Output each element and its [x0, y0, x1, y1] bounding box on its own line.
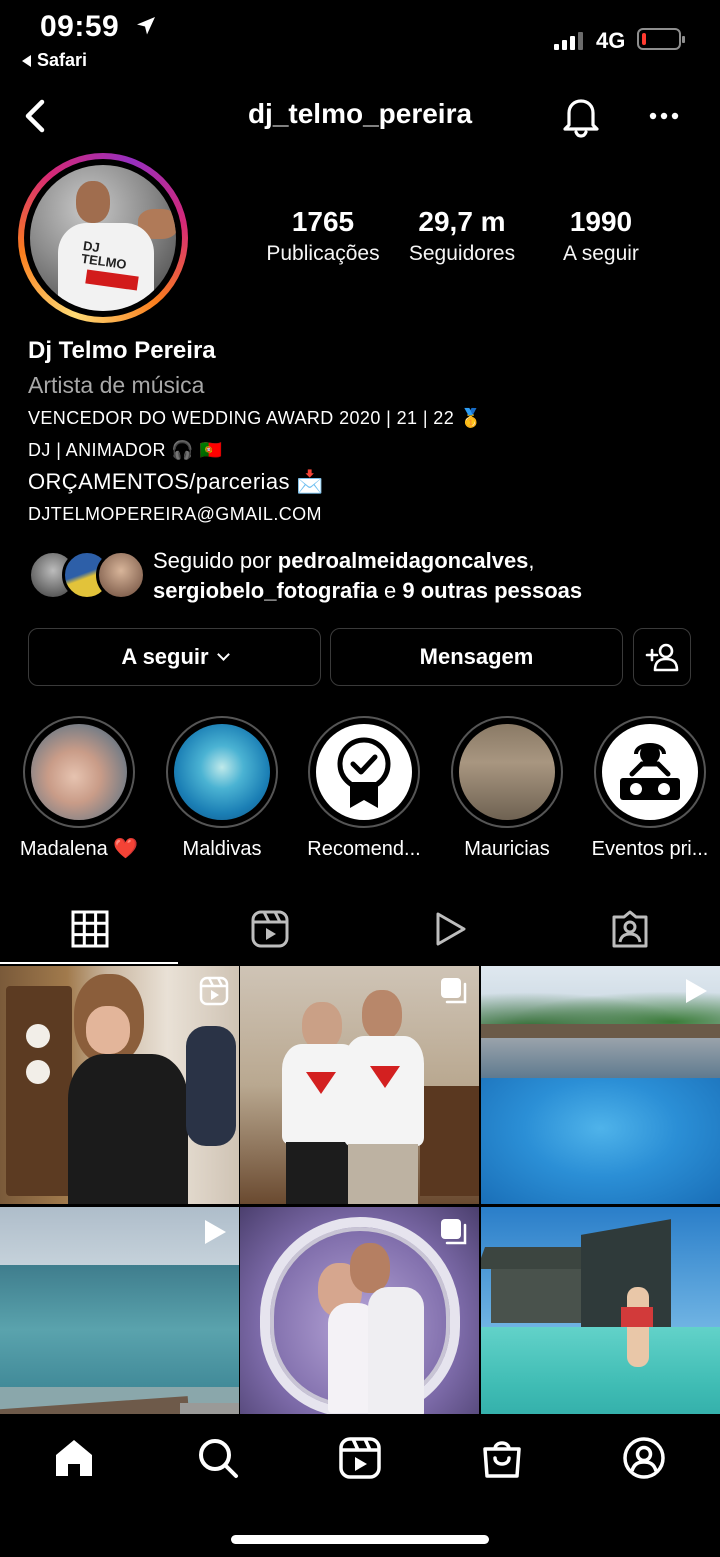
highlight-thumbnail: [316, 724, 412, 820]
bell-icon[interactable]: [560, 94, 602, 138]
reels-icon: [251, 910, 289, 948]
followers-others: 9 outras pessoas: [402, 578, 583, 603]
message-button-label: Mensagem: [419, 644, 534, 669]
bio-line: VENCEDOR DO WEDDING AWARD 2020 | 21 | 22…: [28, 408, 483, 428]
followed-by-text: Seguido por pedroalmeidagoncalves, sergi…: [153, 548, 583, 603]
profile-username: dj_telmo_pereira: [247, 98, 473, 129]
highlight-thumbnail: [31, 724, 127, 820]
network-type: 4G: [596, 28, 626, 53]
tab-videos[interactable]: [360, 896, 540, 962]
highlight-label: Mauricias: [464, 838, 550, 860]
post-thumbnail[interactable]: [0, 1207, 239, 1445]
video-play-icon: [436, 912, 466, 946]
post-thumbnail[interactable]: [240, 1207, 479, 1445]
bottom-navigation: [0, 1414, 720, 1557]
search-icon[interactable]: [196, 1436, 240, 1480]
profile-header: dj_telmo_pereira: [0, 86, 720, 146]
shop-icon[interactable]: [480, 1436, 524, 1480]
status-bar: 09:59 Safari 4G: [0, 0, 720, 80]
stat-posts-value: 1765: [291, 206, 355, 237]
stat-followers-value: 29,7 m: [418, 206, 506, 237]
follower-username: pedroalmeidagoncalves: [277, 548, 529, 573]
bio-email-link[interactable]: DJTELMOPEREIRA@GMAIL.COM: [28, 498, 708, 530]
home-indicator: [231, 1535, 489, 1544]
follower-avatar: [96, 550, 146, 600]
location-arrow-icon: [137, 17, 155, 35]
post-thumbnail[interactable]: [481, 1207, 720, 1445]
back-to-app-link[interactable]: Safari: [22, 50, 87, 71]
add-person-icon: [645, 643, 679, 672]
home-icon[interactable]: [52, 1436, 96, 1480]
message-button[interactable]: Mensagem: [330, 628, 623, 686]
post-thumbnail[interactable]: [481, 966, 720, 1204]
battery-icon: [637, 28, 685, 50]
active-tab-indicator: [0, 962, 178, 964]
tagged-icon: [612, 910, 648, 948]
content-tabs: [0, 896, 720, 966]
profile-avatar-story-ring[interactable]: DJ TELMO: [18, 153, 188, 323]
tab-tagged[interactable]: [540, 896, 720, 962]
back-triangle-icon: [22, 54, 31, 67]
highlight-label: Recomend...: [307, 838, 421, 860]
stat-posts-label: Publicações: [266, 242, 380, 265]
highlight-madalena[interactable]: Madalena ❤️: [14, 716, 144, 862]
profile-name: Dj Telmo Pereira: [28, 337, 216, 364]
followed-by[interactable]: Seguido por pedroalmeidagoncalves, sergi…: [28, 546, 708, 610]
back-app-label: Safari: [37, 50, 88, 70]
highlight-thumbnail: [602, 724, 698, 820]
signal-strength-icon: [554, 30, 583, 50]
highlight-label: Madalena ❤️: [19, 838, 139, 860]
post-thumbnail[interactable]: [240, 966, 479, 1204]
following-button-label: A seguir: [121, 644, 209, 669]
profile-category: Artista de música: [28, 372, 205, 398]
bio-line: ORÇAMENTOS/parcerias 📩: [28, 469, 325, 494]
follower-username: sergiobelo_fotografia: [153, 578, 378, 603]
more-horizontal-icon[interactable]: [646, 98, 682, 134]
highlight-thumbnail: [459, 724, 555, 820]
profile-icon[interactable]: [622, 1436, 666, 1480]
highlight-mauricias[interactable]: Mauricias: [442, 716, 572, 862]
tab-posts-grid[interactable]: [0, 896, 180, 962]
chevron-down-icon: [216, 648, 230, 661]
post-thumbnail[interactable]: [0, 966, 239, 1204]
highlight-label: Eventos pri...: [591, 838, 709, 860]
status-time: 09:59: [40, 10, 120, 43]
reel-badge-icon: [199, 976, 229, 1006]
stat-following[interactable]: 1990 A seguir: [540, 206, 662, 268]
video-badge-icon: [686, 979, 707, 1003]
stat-following-label: A seguir: [563, 242, 639, 265]
stat-posts[interactable]: 1765 Publicações: [256, 206, 390, 268]
highlight-eventos[interactable]: Eventos pri...: [585, 716, 715, 862]
stat-following-value: 1990: [569, 206, 633, 237]
highlight-label: Maldivas: [182, 838, 262, 860]
highlight-maldivas[interactable]: Maldivas: [157, 716, 287, 862]
profile-avatar: DJ TELMO: [30, 165, 176, 311]
award-ribbon-icon: [337, 737, 391, 808]
reels-icon[interactable]: [338, 1436, 382, 1480]
highlight-recomendacoes[interactable]: Recomend...: [299, 716, 429, 862]
grid-icon: [71, 910, 109, 948]
stat-followers[interactable]: 29,7 m Seguidores: [396, 206, 528, 268]
tab-reels[interactable]: [180, 896, 360, 962]
dj-icon: [620, 743, 680, 800]
stat-followers-label: Seguidores: [408, 242, 516, 265]
profile-bio: Dj Telmo Pereira Artista de música VENCE…: [28, 336, 708, 530]
video-badge-icon: [205, 1220, 226, 1244]
highlight-thumbnail: [174, 724, 270, 820]
suggest-people-button[interactable]: [633, 628, 691, 686]
bio-line: DJ | ANIMADOR 🎧 🇵🇹: [28, 440, 223, 460]
following-button[interactable]: A seguir: [28, 628, 321, 686]
carousel-badge-icon: [441, 1219, 467, 1245]
carousel-badge-icon: [441, 978, 467, 1004]
